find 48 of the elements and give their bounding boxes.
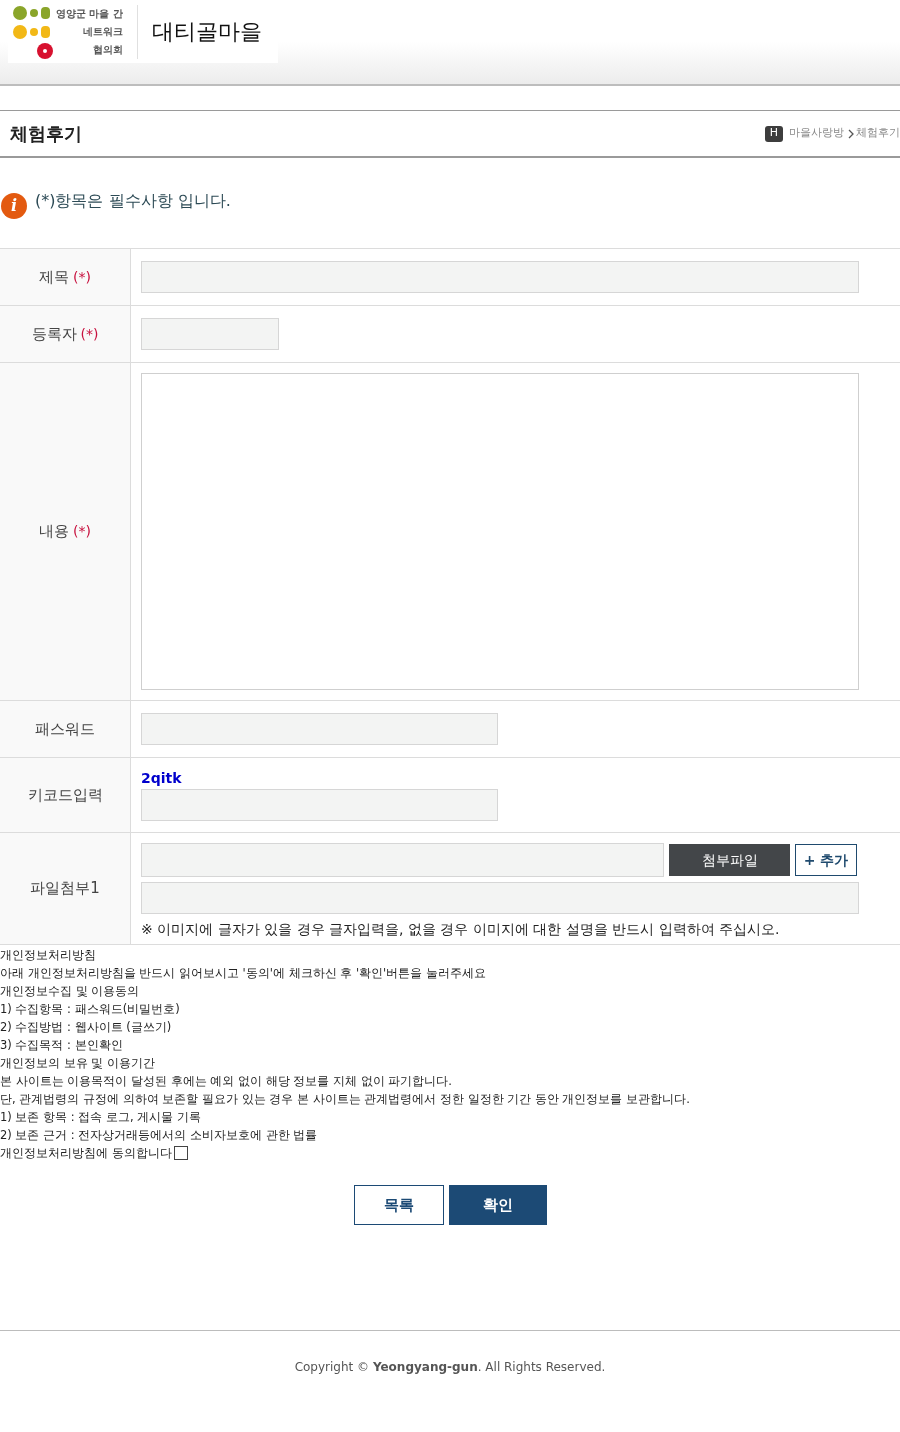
breadcrumb-item[interactable]: 마을사랑방: [789, 125, 844, 142]
privacy-text: 1) 수집항목 : 패스워드(비밀번호): [0, 1001, 181, 1018]
breadcrumb-item[interactable]: 체험후기: [856, 125, 900, 142]
add-button[interactable]: + 추가: [795, 844, 857, 876]
privacy-text: 단, 관계법령의 규정에 의하여 보존할 필요가 있는 경우 본 사이트는 관계법령에서 정한 일정한 기간 동안 개인정보를 보관합니다.: [0, 1091, 691, 1108]
privacy-text: 아래 개인정보처리방침을 반드시 읽어보시고 '동의'에 체크하신 후 '확인'버튼을 눌러주세요: [0, 965, 487, 982]
required-mark: (*): [80, 324, 99, 344]
title-field[interactable]: [141, 261, 859, 293]
content-field[interactable]: [141, 373, 859, 690]
agree-checkbox[interactable]: [173, 1146, 188, 1160]
logo-icon: [12, 4, 54, 59]
required-mark: (*): [73, 522, 91, 541]
field-label: 패스워드: [35, 718, 95, 740]
field-label: 파일첨부1: [30, 878, 100, 900]
author-field[interactable]: [141, 318, 279, 350]
list-button[interactable]: 목록: [353, 1185, 444, 1225]
confirm-button[interactable]: 확인: [448, 1185, 547, 1225]
captcha-code: 2qitk: [141, 769, 183, 787]
required-mark: (*): [73, 267, 91, 287]
privacy-text: 개인정보의 보유 및 이용기간: [0, 1055, 156, 1072]
privacy-text: 1) 보존 항목 : 접속 로그, 게시물 기록: [0, 1109, 202, 1126]
page-title: 체험후기: [10, 122, 82, 146]
file-path-field[interactable]: [141, 843, 664, 877]
password-field[interactable]: [141, 713, 498, 745]
info-icon: i: [1, 193, 27, 219]
required-notice: (*)항목은 필수사항 입니다.: [35, 190, 231, 212]
logo-text: 영양군 마을 간: [56, 6, 123, 21]
attach-file-button[interactable]: 첨부파일: [669, 844, 790, 876]
agree-label: 개인정보처리방침에 동의합니다: [0, 1145, 172, 1162]
chevron-icon: [848, 128, 854, 139]
logo-text: 협의회: [92, 42, 123, 57]
privacy-text: 개인정보처리방침: [0, 947, 97, 964]
home-badge[interactable]: H: [765, 125, 783, 142]
file-description-field[interactable]: [141, 882, 859, 914]
field-label: 내용: [39, 521, 70, 543]
site-name[interactable]: 대티골마을: [151, 15, 270, 48]
copyright-text: Copyright © Yeongyang-gun. All Rights Reserved.: [294, 1359, 606, 1376]
field-label: 제목: [39, 266, 70, 288]
keycode-field[interactable]: [141, 789, 498, 821]
privacy-text: 2) 수집방법 : 웹사이트 (글쓰기): [0, 1019, 173, 1036]
privacy-text: 개인정보수집 및 이용동의: [0, 983, 141, 1000]
field-label: 키코드입력: [27, 784, 103, 806]
privacy-text: 3) 수집목적 : 본인확인: [0, 1037, 124, 1054]
file-note: ※ 이미지에 글자가 있을 경우 글자입력을, 없을 경우 이미지에 대한 설명을 반드시 입력하여 주십시오.: [141, 920, 781, 939]
logo-text: 네트워크: [82, 24, 123, 39]
field-label: 등록자: [31, 323, 77, 345]
privacy-text: 2) 보존 근거 : 전자상거래등에서의 소비자보호에 관한 법률: [0, 1127, 319, 1144]
privacy-text: 본 사이트는 이용목적이 달성된 후에는 예외 없이 해당 정보를 지체 없이 파기합니다.: [0, 1073, 453, 1090]
